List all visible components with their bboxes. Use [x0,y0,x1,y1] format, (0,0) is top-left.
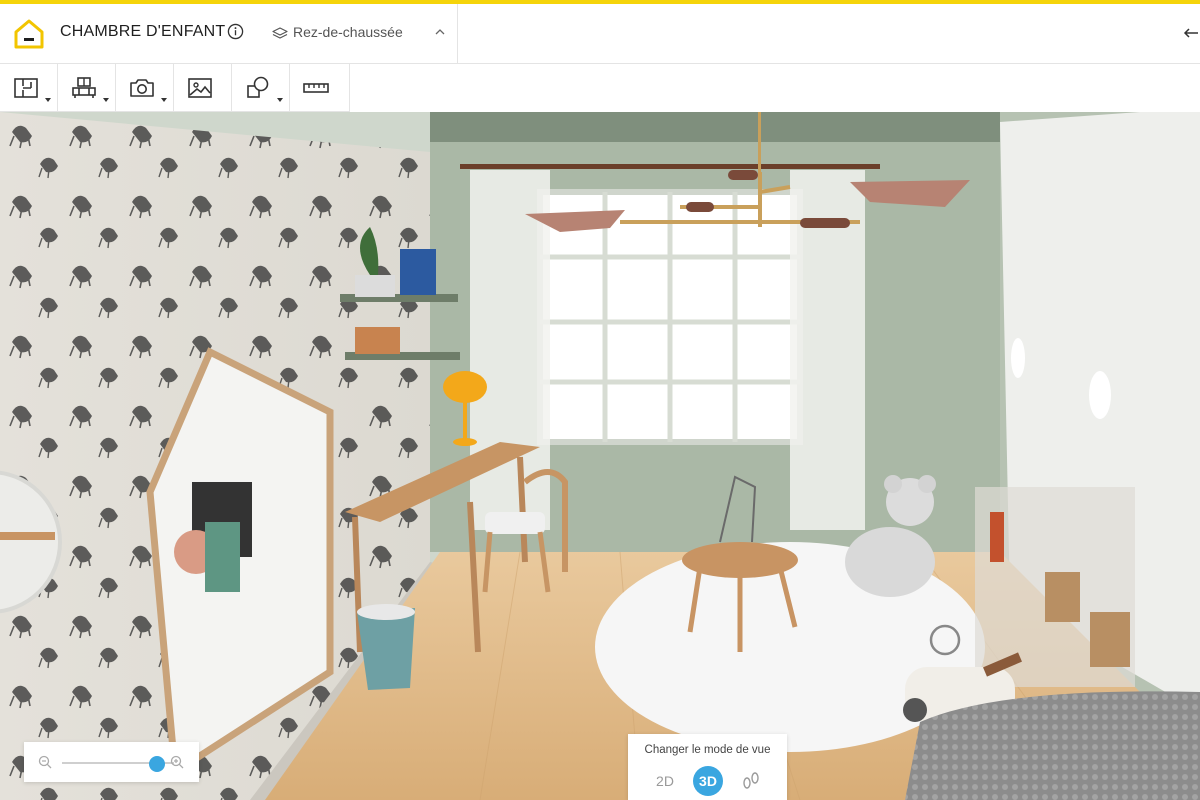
zoom-in-icon[interactable] [170,755,184,769]
camera-tool[interactable] [116,64,174,112]
arrow-left-icon[interactable] [1182,24,1200,42]
camera-icon [130,79,154,97]
zoom-control [24,742,199,782]
project-block: CHAMBRE D'ENFANT Rez-de-chaussée [0,4,458,64]
layers-icon [272,27,288,39]
view-mode-switch: Changer le mode de vue 2D 3D [628,734,787,800]
zoom-out-icon[interactable] [38,755,52,769]
chevron-up-icon[interactable] [434,26,446,38]
3d-room-scene [0,112,1200,800]
zoom-slider-thumb[interactable] [149,756,166,772]
dropdown-caret-icon [277,98,283,102]
shapes-icon [247,76,269,98]
3d-viewport[interactable] [0,112,1200,800]
toolbar [0,64,350,112]
image-tool[interactable] [174,64,232,112]
toolbar-spacer [350,64,1200,112]
shapes-tool[interactable] [232,64,290,112]
measure-tool[interactable] [290,64,348,112]
footsteps-icon[interactable] [740,770,762,792]
view-mode-3d-button[interactable]: 3D [693,766,723,796]
furniture-tool[interactable] [58,64,116,112]
view-mode-2d-button[interactable]: 2D [650,769,680,793]
dropdown-caret-icon [45,98,51,102]
info-icon[interactable] [227,23,244,40]
floor-plan-tool[interactable] [0,64,58,112]
furniture-icon [72,77,96,98]
level-selector[interactable]: Rez-de-chaussée [293,24,403,40]
dropdown-caret-icon [103,98,109,102]
house-logo[interactable] [12,17,46,51]
image-icon [188,78,212,98]
view-mode-label: Changer le mode de vue [644,744,771,756]
project-title: CHAMBRE D'ENFANT [60,23,226,40]
ruler-icon [303,83,329,93]
dropdown-caret-icon [161,98,167,102]
floor-plan-icon [14,78,38,98]
header: CHAMBRE D'ENFANT Rez-de-chaussée [0,4,1200,64]
